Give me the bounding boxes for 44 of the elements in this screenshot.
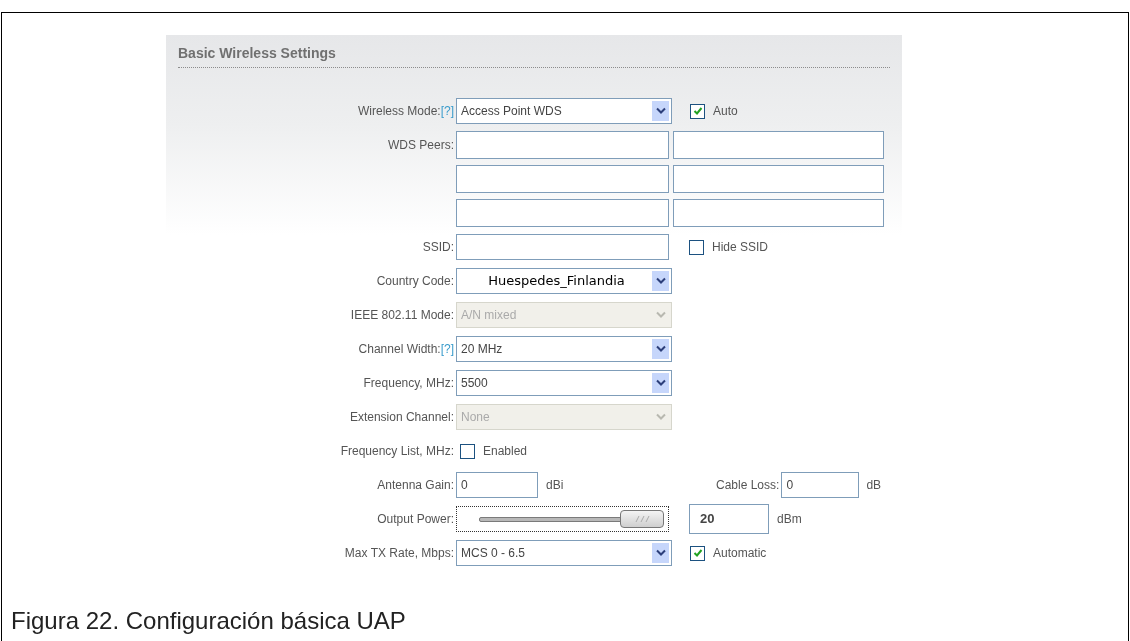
field-label: Frequency, MHz: <box>363 375 454 392</box>
text-field[interactable] <box>673 199 884 227</box>
text-field[interactable] <box>456 165 669 193</box>
unit-label: dB <box>866 477 882 494</box>
checkbox[interactable] <box>689 239 704 255</box>
unit-label: dBm <box>777 511 802 528</box>
dropdown[interactable]: 5500 <box>456 370 672 396</box>
text-field[interactable]: 0 <box>456 472 538 498</box>
field-label: Country Code: <box>376 273 454 290</box>
checkbox[interactable] <box>690 545 705 561</box>
field-label: Max TX Rate, Mbps: <box>344 545 454 562</box>
figure-caption: Figura 22. Configuración básica UAP <box>11 606 406 636</box>
field-label: Wireless Mode: <box>357 103 441 120</box>
text-field[interactable] <box>673 165 884 193</box>
checkbox[interactable] <box>690 103 705 119</box>
overlay-text: Huespedes_Finlandia <box>487 272 626 291</box>
checkbox-label: Enabled <box>483 443 528 460</box>
field-label: IEEE 802.11 Mode: <box>350 307 454 324</box>
field-label: Cable Loss: <box>716 477 780 494</box>
dropdown[interactable]: Access Point WDS <box>456 98 672 124</box>
section-title: Basic Wireless Settings <box>178 45 336 61</box>
dropdown[interactable]: MCS 0 - 6.5 <box>456 540 672 566</box>
field-label: Extension Channel: <box>349 409 454 426</box>
field-label: Frequency List, MHz: <box>340 443 454 460</box>
field-label: Antenna Gain: <box>377 477 454 494</box>
checkbox-label: Hide SSID <box>712 239 769 256</box>
text-field[interactable] <box>456 234 669 260</box>
field-label: SSID: <box>422 239 454 256</box>
text-field[interactable]: 20 <box>689 504 769 534</box>
checkbox-label: Auto <box>713 103 738 120</box>
text-field[interactable]: 0 <box>781 472 860 498</box>
text-field[interactable] <box>456 131 669 159</box>
slider-thumb[interactable] <box>620 510 664 528</box>
field-label: Output Power: <box>377 511 454 528</box>
field-label: WDS Peers: <box>388 137 454 154</box>
checkbox[interactable] <box>460 443 475 459</box>
dropdown[interactable]: 20 MHz <box>456 336 672 362</box>
unit-label: dBi <box>546 477 565 494</box>
text-field[interactable] <box>673 131 884 159</box>
field-label: Channel Width: <box>358 341 441 358</box>
output-power-slider[interactable] <box>456 506 669 532</box>
dropdown[interactable]: Huespedes_Finlandia <box>456 268 672 294</box>
text-field[interactable] <box>456 199 669 227</box>
checkbox-label: Automatic <box>713 545 767 562</box>
